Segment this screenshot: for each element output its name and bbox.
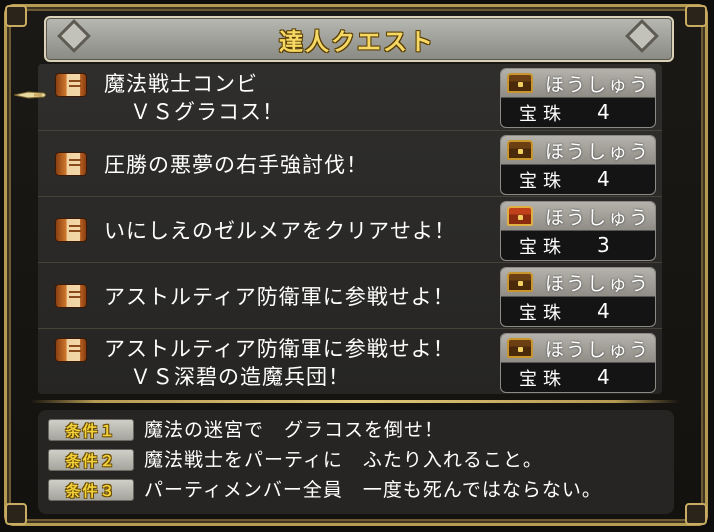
quest-name: 圧勝の悪夢の右手強討伐！ xyxy=(104,153,368,177)
reward-item: 宝珠 xyxy=(519,369,567,390)
condition-badge: 条件１ xyxy=(48,419,134,441)
reward-count: 4 こ xyxy=(597,299,618,323)
quest-list: 魔法戦士コンビＶＳグラコス！ほうしゅう宝珠4 こ圧勝の悪夢の右手強討伐！ほうしゅ… xyxy=(38,64,662,394)
frame-corner-ornament xyxy=(685,503,707,525)
reward-item: 宝珠 xyxy=(519,104,567,125)
treasure-chest-icon xyxy=(507,338,533,358)
quest-name: アストルティア防衛軍に参戦せよ！ xyxy=(104,285,455,309)
conditions-panel: 条件１ 魔法の迷宮で グラコスを倒せ！ 条件２ 魔法戦士をパーティに ふたり入れること… xyxy=(38,410,674,514)
condition-row: 条件２ 魔法戦士をパーティに ふたり入れること。 xyxy=(38,446,674,474)
treasure-chest-icon xyxy=(507,73,533,93)
quest-name: 魔法戦士コンビ xyxy=(104,72,258,96)
condition-text: パーティメンバー全員 一度も死んではならない。 xyxy=(144,479,602,501)
quest-row[interactable]: 圧勝の悪夢の右手強討伐！ ほうしゅう宝珠 4 こ xyxy=(38,130,662,196)
reward-count: 4 こ xyxy=(597,167,618,191)
reward-count: 4 こ xyxy=(597,100,618,124)
quest-scroll-icon xyxy=(56,285,86,307)
reward-box: ほうしゅう宝珠 4 こ xyxy=(500,267,656,327)
reward-count: 4 こ xyxy=(597,365,618,389)
treasure-chest-icon xyxy=(507,140,533,160)
reward-label: ほうしゅう xyxy=(545,141,651,163)
condition-row: 条件３ パーティメンバー全員 一度も死んではならない。 xyxy=(38,476,674,504)
condition-badge: 条件３ xyxy=(48,479,134,501)
reward-label: ほうしゅう xyxy=(545,273,651,295)
condition-text: 魔法戦士をパーティに ふたり入れること。 xyxy=(144,449,543,471)
treasure-chest-icon xyxy=(507,272,533,292)
quest-row[interactable]: アストルティア防衛軍に参戦せよ！ ＶＳ深碧の造魔兵団！ ほうしゅう宝珠 4 こ xyxy=(38,328,662,394)
hand-cursor-icon xyxy=(14,91,46,99)
reward-box: ほうしゅう宝珠 4 こ xyxy=(500,68,656,128)
quest-scroll-icon xyxy=(56,153,86,175)
quest-name: ＶＳ深碧の造魔兵団！ xyxy=(130,365,350,389)
reward-count: 3 こ xyxy=(597,233,618,257)
quest-name: いにしえのゼルメアをクリアせよ！ xyxy=(104,219,456,243)
quest-row[interactable]: 魔法戦士コンビ ＶＳグラコス！ ほうしゅう宝珠 4 こ xyxy=(38,64,662,130)
quest-row[interactable]: アストルティア防衛軍に参戦せよ！ ほうしゅう宝珠 4 こ xyxy=(38,262,662,328)
frame-corner-ornament xyxy=(5,503,27,525)
reward-box: ほうしゅう宝珠 4 こ xyxy=(500,135,656,195)
condition-badge: 条件２ xyxy=(48,449,134,471)
quest-scroll-icon xyxy=(56,74,86,96)
treasure-chest-icon xyxy=(507,206,533,226)
reward-label: ほうしゅう xyxy=(545,74,651,96)
reward-label: ほうしゅう xyxy=(545,339,651,361)
quest-scroll-icon xyxy=(56,339,86,361)
reward-box: ほうしゅう宝珠 4 こ xyxy=(500,333,656,393)
quest-row[interactable]: いにしえのゼルメアをクリアせよ！ ほうしゅう宝珠 3 こ xyxy=(38,196,662,262)
condition-row: 条件１ 魔法の迷宮で グラコスを倒せ！ xyxy=(38,416,674,444)
window-title: 達人クエスト xyxy=(279,28,435,56)
reward-item: 宝珠 xyxy=(519,171,567,192)
quest-name: アストルティア防衛軍に参戦せよ！ xyxy=(104,337,455,361)
quest-scroll-icon xyxy=(56,219,86,241)
reward-item: 宝珠 xyxy=(519,303,567,324)
reward-item: 宝珠 xyxy=(519,237,567,258)
divider xyxy=(30,400,680,403)
reward-label: ほうしゅう xyxy=(545,207,651,229)
condition-text: 魔法の迷宮で グラコスを倒せ！ xyxy=(144,419,445,441)
reward-box: ほうしゅう宝珠 3 こ xyxy=(500,201,656,261)
quest-name: ＶＳグラコス！ xyxy=(130,100,284,124)
